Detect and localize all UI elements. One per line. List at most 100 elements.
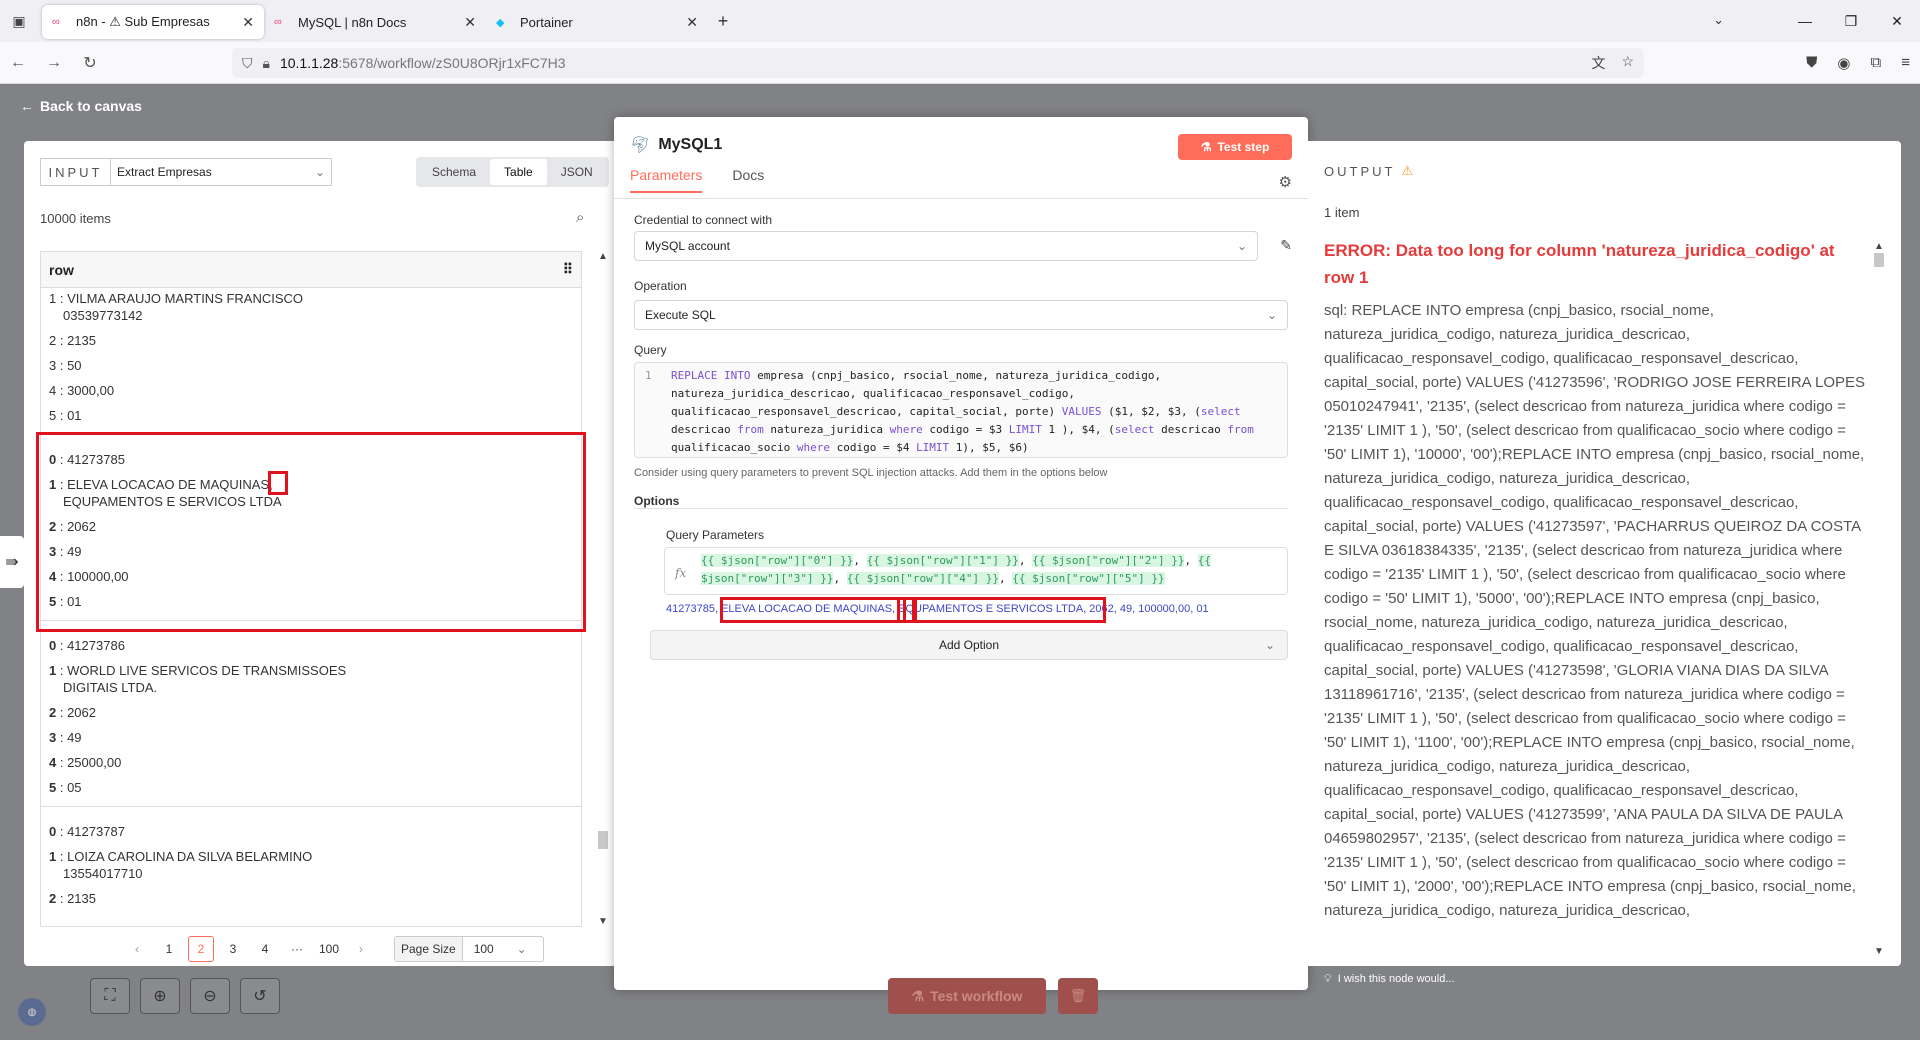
page-1[interactable]: 1	[156, 936, 182, 962]
row-value: 41273786	[67, 638, 125, 653]
feedback-link[interactable]: 💡︎ I wish this node would...	[1324, 973, 1455, 986]
row-value: 05	[67, 780, 82, 795]
row-key: 4	[49, 755, 57, 770]
error-sql: sql: REPLACE INTO empresa (cnpj_basico, …	[1324, 302, 1866, 919]
row-key: 3	[49, 544, 57, 559]
table-row: 1 : VILMA ARAUJO MARTINS FRANCISCO 035397…	[41, 280, 581, 435]
back-to-canvas-link[interactable]: ← Back to canvas	[20, 98, 142, 114]
reload-icon[interactable]: ↻	[72, 53, 108, 73]
query-parameters-expression[interactable]: fx {{ $json["row"]["0"] }}, {{ $json["ro…	[664, 547, 1288, 595]
credential-select[interactable]: MySQL account ⌄	[634, 231, 1258, 261]
prev-page-icon[interactable]: ‹	[124, 936, 150, 962]
next-page-icon[interactable]: ›	[348, 936, 374, 962]
operation-select[interactable]: Execute SQL ⌄	[634, 300, 1288, 330]
input-table: row ⠿ 1 : VILMA ARAUJO MARTINS FRANCISCO…	[40, 251, 582, 927]
test-step-button[interactable]: ⚗ Test step	[1178, 134, 1292, 160]
extensions-icon[interactable]: ⧉	[1871, 54, 1882, 72]
chevron-down-icon[interactable]: ⌄	[1713, 12, 1724, 28]
close-tab-icon[interactable]: ✕	[686, 14, 698, 31]
chevron-up-icon[interactable]: ▲	[1873, 241, 1885, 252]
tab-list-icon[interactable]: ▣	[0, 0, 38, 42]
translate-icon[interactable]: 文	[1591, 53, 1605, 73]
trash-icon[interactable]: 🗑︎	[1058, 978, 1098, 1014]
page-4[interactable]: 4	[252, 936, 278, 962]
tab-json[interactable]: JSON	[547, 159, 607, 185]
zoom-out-icon[interactable]: ⊖	[190, 978, 230, 1014]
add-option-button[interactable]: Add Option ⌄	[650, 630, 1288, 660]
account-icon[interactable]: ◉	[1837, 54, 1850, 72]
n8n-favicon-icon: ∞	[52, 16, 60, 28]
page-2[interactable]: 2	[188, 936, 214, 962]
row-key: 0	[49, 452, 57, 467]
chevron-down-icon: ⌄	[1236, 239, 1247, 253]
new-tab-button[interactable]: +	[708, 11, 738, 32]
close-window-icon[interactable]: ✕	[1874, 0, 1920, 42]
back-to-canvas-label: Back to canvas	[40, 98, 142, 114]
row-value: WORLD LIVE SERVICOS DE TRANSMISSOES	[67, 663, 347, 678]
url-path: :5678/workflow/zS0U8ORjr1xFC7H3	[338, 55, 566, 71]
gear-icon[interactable]: ⚙	[1279, 173, 1292, 191]
node-parameters-panel: 🐬︎ MySQL1 ⚗ Test step Parameters Docs ⚙ …	[614, 117, 1308, 990]
row-key: 1	[49, 849, 57, 864]
close-tab-icon[interactable]: ✕	[464, 14, 476, 31]
flask-icon: ⚗	[911, 987, 925, 1004]
view-mode-tabs: Schema Table JSON	[416, 157, 609, 187]
row-value: 13554017710	[63, 866, 143, 881]
tab-parameters[interactable]: Parameters	[630, 167, 703, 193]
query-editor[interactable]: 1 REPLACE INTO empresa (cnpj_basico, rso…	[634, 362, 1288, 458]
minimize-icon[interactable]: —	[1782, 0, 1828, 42]
forward-arrow-icon[interactable]: →	[36, 54, 72, 72]
page-size-select[interactable]: Page Size 100 ⌄	[394, 936, 544, 962]
test-workflow-button[interactable]: ⚗ Test workflow	[888, 978, 1046, 1014]
search-icon[interactable]: ⌕	[576, 209, 584, 226]
mysql-node-icon: 🐬︎	[630, 137, 651, 154]
flask-icon: ⚗	[1200, 140, 1212, 154]
restore-icon[interactable]: ❐	[1828, 0, 1874, 42]
query-hint: Consider using query parameters to preve…	[634, 467, 1108, 479]
close-tab-icon[interactable]: ✕	[242, 14, 254, 31]
portainer-favicon-icon: ◆	[496, 16, 505, 29]
lightbulb-icon: 💡︎	[1324, 973, 1332, 985]
fit-view-icon[interactable]: ⛶	[90, 978, 130, 1014]
chevron-down-icon[interactable]: ▼	[596, 916, 610, 927]
node-connector-icon[interactable]: ⇛	[0, 536, 24, 588]
scrollbar-thumb[interactable]	[598, 831, 608, 849]
menu-icon[interactable]: ≡	[1901, 54, 1910, 72]
tab-schema[interactable]: Schema	[418, 159, 490, 185]
reset-zoom-icon[interactable]: ↺	[240, 978, 280, 1014]
tab-docs[interactable]: Docs	[732, 167, 764, 193]
avatar[interactable]: ◍	[18, 998, 46, 1026]
page-3[interactable]: 3	[220, 936, 246, 962]
row-value: 2 : 2135	[49, 333, 96, 348]
address-bar[interactable]: ⛉ 🔒︎ 10.1.1.28:5678/workflow/zS0U8ORjr1x…	[232, 48, 1644, 78]
drag-handle-icon[interactable]: ⠿	[563, 261, 573, 278]
test-step-label: Test step	[1217, 140, 1270, 154]
credential-label: Credential to connect with	[634, 213, 773, 227]
chevron-up-icon[interactable]: ▲	[596, 251, 610, 262]
page-100[interactable]: 100	[316, 936, 342, 962]
scrollbar-thumb[interactable]	[1874, 253, 1884, 267]
bookmark-star-icon[interactable]: ☆	[1621, 53, 1634, 73]
row-value: DIGITAIS LTDA.	[63, 680, 158, 695]
pocket-icon[interactable]: ⛊	[1806, 54, 1817, 72]
tab-table[interactable]: Table	[490, 159, 547, 185]
table-row: 0 : 41273785 1 : ELEVA LOCACAO DE MAQUIN…	[41, 435, 581, 621]
row-key: 5	[49, 594, 57, 609]
output-scrollbar[interactable]: ▲ ▼	[1873, 241, 1885, 957]
browser-tab-portainer[interactable]: ◆ Portainer ✕	[486, 5, 708, 39]
input-source-select[interactable]: Extract Empresas ⌄	[110, 158, 332, 186]
node-title[interactable]: MySQL1	[658, 136, 722, 154]
result-value: , E	[892, 603, 906, 615]
n8n-favicon-icon: ∞	[274, 16, 282, 28]
zoom-in-icon[interactable]: ⊕	[140, 978, 180, 1014]
row-key: 5	[49, 780, 57, 795]
chevron-down-icon[interactable]: ▼	[1873, 946, 1885, 957]
back-arrow-icon[interactable]: ←	[0, 54, 36, 72]
edit-pencil-icon[interactable]: ✎	[1280, 237, 1292, 254]
table-scrollbar[interactable]: ▲ ▼	[596, 251, 610, 927]
result-value: , 2062, 49, 100000,00, 01	[1083, 603, 1209, 615]
browser-tab-mysql-docs[interactable]: ∞ MySQL | n8n Docs ✕	[264, 5, 486, 39]
browser-tab-n8n[interactable]: ∞ n8n - ⚠ Sub Empresas ✕	[42, 5, 264, 39]
column-header-row: row	[49, 261, 74, 278]
page-more[interactable]: ···	[284, 936, 310, 962]
